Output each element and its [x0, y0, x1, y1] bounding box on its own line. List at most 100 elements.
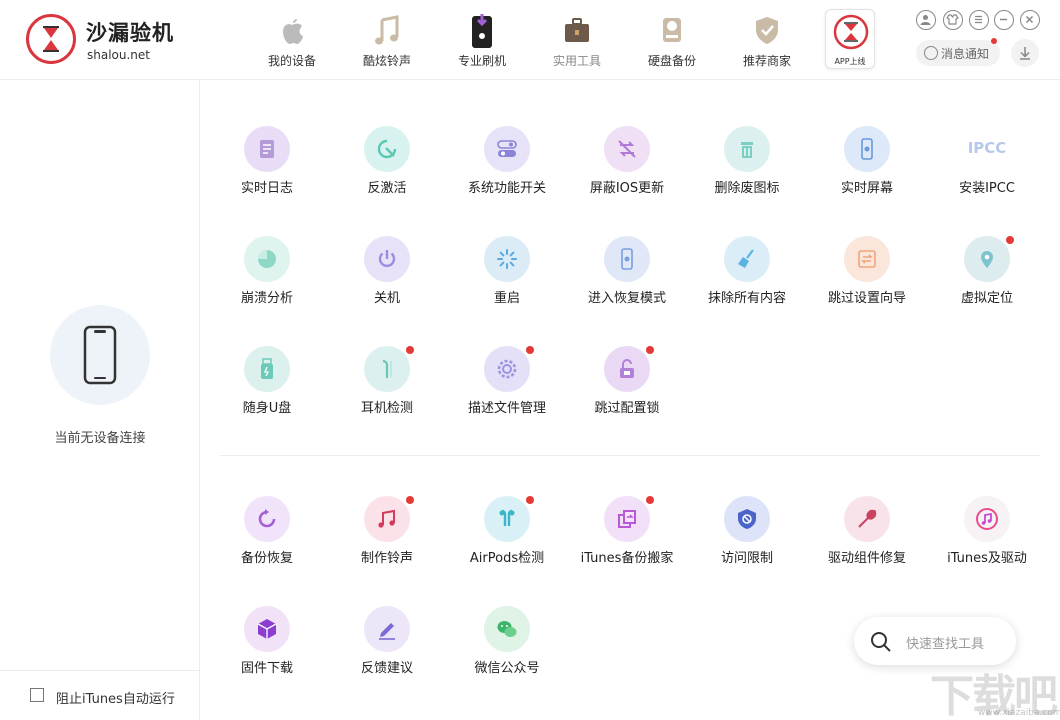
tool-label: 跳过配置锁 — [594, 401, 660, 416]
nav-label: 专业刷机 — [457, 54, 506, 68]
tool-broom[interactable]: 抹除所有内容 — [687, 236, 807, 326]
tool-label: 反激活 — [367, 181, 407, 196]
tool-backup[interactable]: 备份恢复 — [207, 496, 327, 586]
download-button[interactable] — [1011, 39, 1039, 67]
tool-label: 虚拟定位 — [960, 291, 1013, 306]
tool-pie[interactable]: 崩溃分析 — [207, 236, 327, 326]
backup-icon — [244, 496, 290, 542]
tool-label: 关机 — [373, 291, 400, 306]
nav-tools[interactable]: 实用工具 — [532, 10, 622, 72]
tool-delete[interactable]: 删除废图标 — [687, 126, 807, 216]
block-update-icon — [604, 126, 650, 172]
nav-disk-backup[interactable]: 硬盘备份 — [627, 10, 717, 72]
unlock-icon — [604, 346, 650, 392]
notice-badge — [991, 38, 997, 44]
cube-icon — [244, 606, 290, 652]
nav-label: 硬盘备份 — [647, 54, 696, 68]
tool-label: 抹除所有内容 — [707, 291, 786, 306]
flash-phone-icon — [472, 14, 492, 48]
minimize-icon[interactable] — [994, 10, 1014, 30]
ipcc-icon: IPCC — [964, 126, 1010, 172]
phone-icon — [83, 325, 117, 385]
power-icon — [364, 236, 410, 282]
tool-block-update[interactable]: 屏蔽IOS更新 — [567, 126, 687, 216]
tool-deactivate[interactable]: 反激活 — [327, 126, 447, 216]
brand-url: shalou.net — [87, 48, 150, 62]
new-badge — [1006, 236, 1014, 244]
tool-wrench[interactable]: 驱动组件修复 — [807, 496, 927, 586]
new-badge — [646, 496, 654, 504]
tool-label: 制作铃声 — [360, 551, 413, 566]
tool-pen[interactable]: 反馈建议 — [327, 606, 447, 696]
notice-button[interactable]: 消息通知 — [916, 38, 1000, 66]
tool-location[interactable]: 虚拟定位 — [927, 236, 1047, 326]
toolbox-icon — [565, 18, 589, 42]
tool-unlock[interactable]: 跳过配置锁 — [567, 346, 687, 436]
tool-ipcc[interactable]: IPCC 安装IPCC — [927, 126, 1047, 216]
log-icon — [244, 126, 290, 172]
wrench-icon — [844, 496, 890, 542]
device-status: 当前无设备连接 — [54, 431, 146, 446]
tool-backup-move[interactable]: iTunes备份搬家 — [567, 496, 687, 586]
hourglass-icon — [833, 14, 869, 50]
brand-name: 沙漏验机 — [86, 20, 174, 45]
new-badge — [526, 346, 534, 354]
message-icon — [924, 46, 938, 60]
tool-skip-setup[interactable]: 跳过设置向导 — [807, 236, 927, 326]
new-badge — [526, 496, 534, 504]
recovery-icon — [604, 236, 650, 282]
quick-search[interactable]: 快速查找工具 — [854, 617, 1016, 665]
tool-screen[interactable]: 实时屏幕 — [807, 126, 927, 216]
tool-restart[interactable]: 重启 — [447, 236, 567, 326]
menu-icon[interactable] — [969, 10, 989, 30]
tool-label: 访问限制 — [720, 551, 773, 566]
pen-icon — [364, 606, 410, 652]
tool-wechat[interactable]: 微信公众号 — [447, 606, 567, 696]
tool-earphone[interactable]: 耳机检测 — [327, 346, 447, 436]
skin-icon[interactable] — [943, 10, 963, 30]
device-placeholder — [50, 305, 150, 405]
itunes-autorun-checkbox[interactable] — [30, 688, 44, 702]
nav-app-online[interactable]: APP上线 — [825, 9, 875, 69]
tool-cube[interactable]: 固件下载 — [207, 606, 327, 696]
deactivate-icon — [364, 126, 410, 172]
tool-airpods[interactable]: AirPods检测 — [447, 496, 567, 586]
nav-ringtones[interactable]: 酷炫铃声 — [342, 10, 432, 72]
tool-restrict[interactable]: 访问限制 — [687, 496, 807, 586]
tool-label: 删除废图标 — [714, 181, 780, 196]
screen-icon — [844, 126, 890, 172]
skip-setup-icon — [844, 236, 890, 282]
apple-icon — [283, 19, 303, 44]
tool-toggle[interactable]: 系统功能开关 — [447, 126, 567, 216]
tool-ringtone[interactable]: 制作铃声 — [327, 496, 447, 586]
search-icon — [871, 632, 891, 652]
wechat-icon — [484, 606, 530, 652]
close-icon[interactable] — [1020, 10, 1040, 30]
restart-icon — [484, 236, 530, 282]
tool-label: 反馈建议 — [360, 661, 413, 676]
tool-gear[interactable]: 描述文件管理 — [447, 346, 567, 436]
user-icon[interactable] — [916, 10, 936, 30]
nav-flash[interactable]: 专业刷机 — [437, 10, 527, 72]
usb-icon — [244, 346, 290, 392]
nav-my-device[interactable]: 我的设备 — [247, 10, 337, 72]
tool-log[interactable]: 实时日志 — [207, 126, 327, 216]
new-badge — [406, 496, 414, 504]
tool-power[interactable]: 关机 — [327, 236, 447, 326]
download-icon — [1020, 47, 1030, 60]
nav-label: 我的设备 — [267, 54, 316, 68]
itunes-autorun-label[interactable]: 阻止iTunes自动运行 — [56, 688, 175, 707]
nav-merchants[interactable]: 推荐商家 — [722, 10, 812, 72]
music-note-icon — [375, 15, 399, 45]
tool-usb[interactable]: 随身U盘 — [207, 346, 327, 436]
tool-recovery[interactable]: 进入恢复模式 — [567, 236, 687, 326]
airpods-icon — [484, 496, 530, 542]
tool-label: 实时日志 — [240, 181, 293, 196]
tool-itunes[interactable]: iTunes及驱动 — [927, 496, 1047, 586]
ringtone-icon — [364, 496, 410, 542]
tool-label: 随身U盘 — [242, 401, 292, 416]
tool-label: AirPods检测 — [469, 551, 545, 566]
search-placeholder[interactable]: 快速查找工具 — [906, 633, 984, 652]
watermark: 下载吧 www.xiazaiba.com — [930, 660, 1060, 720]
itunes-autorun-option[interactable]: 阻止iTunes自动运行 — [0, 670, 200, 720]
